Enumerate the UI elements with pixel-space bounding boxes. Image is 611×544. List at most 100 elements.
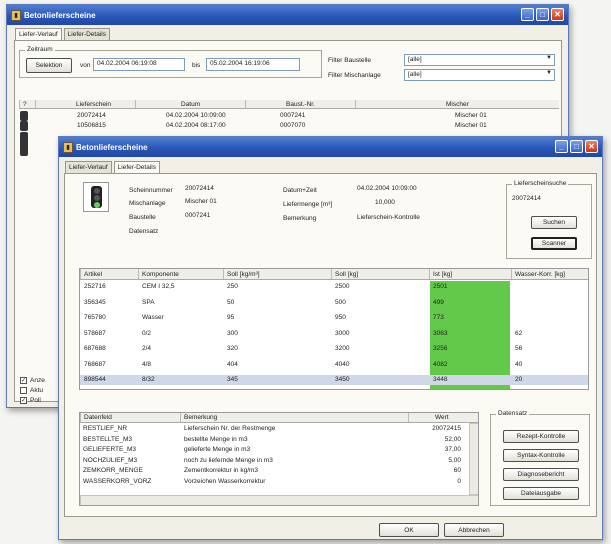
col-wert[interactable]: Wert bbox=[408, 413, 468, 422]
col-wasser-korr[interactable]: Wasser-Korr. [kg] bbox=[511, 269, 588, 279]
checkbox-anze-label: Anze bbox=[30, 377, 45, 384]
syntax-kontrolle-button[interactable]: Syntax-Kontrolle bbox=[503, 449, 579, 462]
list-item[interactable]: GELIEFERTE_M3 gelieferte Menge in m3 37,00 bbox=[80, 445, 469, 455]
cell-wert: 60 bbox=[453, 467, 461, 474]
cell-feld: ZEMKORR_MENGE bbox=[83, 467, 143, 474]
suchen-button[interactable]: Suchen bbox=[531, 216, 577, 229]
table-row[interactable]: 765780 Wasser 95 950 773 bbox=[80, 313, 588, 323]
close-icon[interactable]: ✕ bbox=[585, 140, 598, 153]
back-tab-liefer-verlauf[interactable]: Liefer-Verlauf bbox=[15, 28, 62, 40]
table-row[interactable]: 768687 4/8 404 4040 4082 40 bbox=[80, 360, 588, 370]
cell-komponente: Wasser bbox=[142, 314, 164, 321]
list-item[interactable]: NOCHZULIEF_M3 noch zu liefernde Menge in … bbox=[80, 456, 469, 466]
filter-baustelle-label: Filter Baustelle bbox=[328, 57, 371, 64]
table-row[interactable]: 10506815 04.02.2004 08:17:00 0007070 Mis… bbox=[19, 121, 559, 131]
list-item[interactable]: WASSERKORR_VORZ Vorzeichen Wasserkorrektu… bbox=[80, 477, 469, 487]
baustelle-value: 0007241 bbox=[185, 212, 211, 219]
dateiausgabe-button[interactable]: Dateiausgabe bbox=[503, 487, 579, 500]
suche-value[interactable]: 20072414 bbox=[512, 195, 541, 202]
cell-komponente: 2/4 bbox=[142, 345, 152, 352]
scanner-button[interactable]: Scanner bbox=[531, 237, 577, 250]
filter-mischanlage-label: Filter Mischanlage bbox=[328, 72, 381, 79]
col-datenfeld[interactable]: Datenfeld bbox=[80, 413, 180, 422]
checkbox-aktu[interactable] bbox=[20, 387, 27, 394]
back-tab-liefer-details[interactable]: Liefer-Details bbox=[63, 28, 110, 40]
col-soll[interactable]: Soll [kg] bbox=[331, 269, 429, 279]
cell-feld: RESTLIEF_NR bbox=[83, 425, 128, 432]
cell-feld: WASSERKORR_VORZ bbox=[83, 477, 152, 485]
datenfeld-table: Datenfeld Bemerkung Wert RESTLIEF_NR Lief… bbox=[79, 412, 479, 506]
front-tab-liefer-details[interactable]: Liefer-Details bbox=[113, 161, 160, 173]
table-row[interactable]: 687688 2/4 320 3200 3256 56 bbox=[80, 344, 588, 354]
minimize-icon[interactable]: _ bbox=[521, 8, 534, 21]
table-row[interactable]: 578687 0/2 300 3000 3063 62 bbox=[80, 329, 588, 339]
col-status[interactable]: ? bbox=[19, 100, 35, 108]
col-artikel[interactable]: Artikel bbox=[80, 269, 138, 279]
table-row[interactable]: 20072414 04.02.2004 10:09:00 0007241 Mis… bbox=[19, 111, 559, 121]
komponenten-table: Artikel Komponente Soll [kg/m³] Soll [kg… bbox=[79, 268, 589, 390]
selektion-button[interactable]: Selektion bbox=[26, 58, 72, 73]
cell-ist: 2501 bbox=[433, 283, 448, 290]
list-item[interactable]: RESTLIEF_NR Lieferschein Nr. der Restmeng… bbox=[80, 424, 469, 434]
col-lieferschein[interactable]: Lieferschein bbox=[35, 100, 135, 108]
filter-mischanlage-select[interactable]: [alle] ▼ bbox=[404, 69, 555, 81]
datensatz-label: Datensatz bbox=[129, 228, 159, 235]
maximize-icon[interactable]: □ bbox=[570, 140, 583, 153]
front-title-bar: ▮ Betonlieferscheine _ □ ✕ bbox=[59, 137, 602, 157]
cell-bem: gelieferte Menge in m3 bbox=[184, 446, 251, 453]
cell-soll: 3450 bbox=[335, 376, 350, 383]
von-field[interactable]: 04.02.2004 06:19:08 bbox=[93, 58, 185, 71]
bis-field[interactable]: 05.02.2004 16:19:06 bbox=[206, 58, 300, 71]
list-item[interactable]: BESTELLTE_M3 bestellte Menge in m3 52,00 bbox=[80, 435, 469, 445]
scheinnummer-label: Scheinnummer bbox=[129, 187, 173, 194]
datum-value: 04.02.2004 10:09:00 bbox=[357, 185, 417, 192]
diagnosebericht-button[interactable]: Diagnosebericht bbox=[503, 468, 579, 481]
front-window: ▮ Betonlieferscheine _ □ ✕ Liefer-Verlau… bbox=[58, 136, 603, 540]
front-window-title: Betonlieferscheine bbox=[76, 142, 148, 152]
table-row[interactable]: 356345 SPA 50 500 499 bbox=[80, 298, 588, 308]
cell-soll_m3: 250 bbox=[227, 283, 238, 290]
col-ist[interactable]: Ist [kg] bbox=[429, 269, 511, 279]
cell-feld: BESTELLTE_M3 bbox=[83, 435, 133, 443]
traffic-light-icon bbox=[20, 111, 28, 121]
col-komponente[interactable]: Komponente bbox=[138, 269, 223, 279]
table-row[interactable]: 898544 8/32 345 3450 3448 20 bbox=[80, 375, 588, 385]
checkbox-aktu-label: Aktu bbox=[30, 387, 44, 394]
list-item[interactable]: ZEMKORR_MENGE Zementkorrektur in kg/m3 60 bbox=[80, 466, 469, 476]
col-soll-m3[interactable]: Soll [kg/m³] bbox=[223, 269, 331, 279]
cell-artikel: 768687 bbox=[84, 360, 106, 368]
cell-soll: 3000 bbox=[335, 329, 350, 337]
cell-soll: 2500 bbox=[335, 283, 350, 290]
cell-ist: 4082 bbox=[433, 360, 448, 368]
app-icon: ▮ bbox=[11, 9, 21, 21]
cell-komponente: 0/2 bbox=[142, 329, 152, 337]
back-title-bar: ▮ Betonlieferscheine _ □ ✕ bbox=[7, 5, 568, 25]
app-icon: ▮ bbox=[63, 141, 73, 153]
checkbox-anze[interactable]: ✓ bbox=[20, 377, 27, 384]
traffic-light-icon bbox=[20, 121, 28, 131]
maximize-icon[interactable]: □ bbox=[536, 8, 549, 21]
col-bemerkung[interactable]: Bemerkung bbox=[180, 413, 408, 422]
checkbox-poll[interactable]: ✓ bbox=[20, 397, 27, 404]
front-tab-liefer-verlauf[interactable]: Liefer-Verlauf bbox=[65, 161, 112, 173]
minimize-icon[interactable]: _ bbox=[555, 140, 568, 153]
close-icon[interactable]: ✕ bbox=[551, 8, 564, 21]
cell-bem: Lieferschein Nr. der Restmenge bbox=[184, 425, 276, 432]
cell-artikel: 898544 bbox=[84, 376, 106, 383]
baustelle-label: Baustelle bbox=[129, 214, 156, 221]
abbrechen-button[interactable]: Abbrechen bbox=[444, 523, 504, 537]
ok-button[interactable]: OK bbox=[379, 523, 439, 537]
cell-wert: 0 bbox=[457, 477, 461, 485]
rezept-kontrolle-button[interactable]: Rezept-Kontrolle bbox=[503, 430, 579, 443]
datenfeld-vscrollbar[interactable] bbox=[469, 423, 478, 495]
cell-soll_m3: 404 bbox=[227, 360, 238, 368]
cell-ist: 773 bbox=[433, 314, 444, 321]
col-baust-nr[interactable]: Baust.-Nr. bbox=[245, 100, 355, 108]
col-mischer[interactable]: Mischer bbox=[355, 100, 559, 108]
cell-wert: 52,00 bbox=[444, 435, 461, 443]
filter-baustelle-select[interactable]: [alle] ▼ bbox=[404, 54, 555, 66]
datenfeld-hscrollbar[interactable] bbox=[80, 495, 478, 505]
table-row[interactable]: 252716 CEM I 32,5 250 2500 2501 bbox=[80, 282, 588, 292]
liefermenge-label: Liefermenge [m³] bbox=[283, 201, 333, 208]
col-datum[interactable]: Datum bbox=[135, 100, 245, 108]
